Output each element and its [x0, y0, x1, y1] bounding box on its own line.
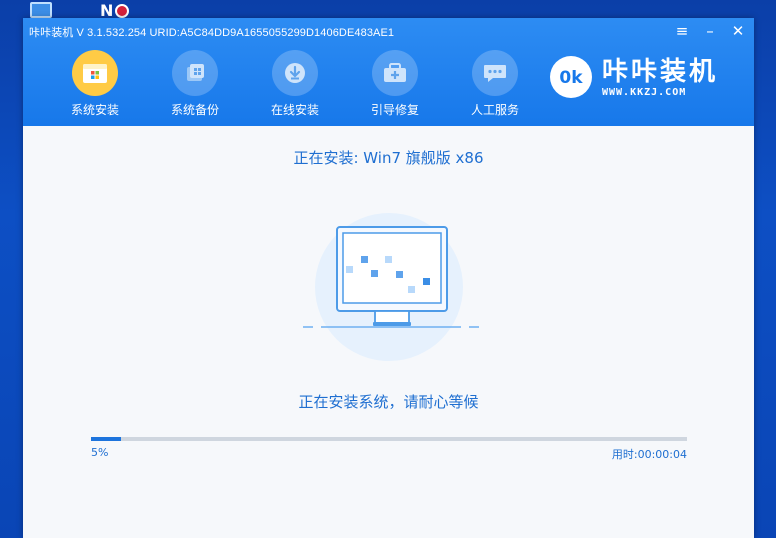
windows-system-install-icon	[72, 50, 118, 96]
nav-item-system-backup[interactable]: 系统备份	[145, 50, 245, 122]
this-pc-desktop-icon[interactable]	[30, 2, 52, 18]
minimize-button[interactable]: –	[702, 22, 718, 40]
brand-url: WWW.KKZJ.COM	[602, 86, 687, 98]
chat-bubble-icon	[472, 50, 518, 96]
svg-text:0k: 0k	[559, 68, 583, 88]
download-icon	[272, 50, 318, 96]
nav-label: 在线安装	[270, 103, 319, 117]
nav-item-system-install[interactable]: 系统安装	[45, 50, 145, 122]
monitor-illustration	[301, 212, 481, 362]
kaka-installer-window: 咔咔装机 V 3.1.532.254 URID:A5C84DD9A1655055…	[23, 18, 754, 538]
install-status: 正在安装系统，请耐心等候	[298, 393, 479, 411]
install-progress-bar	[91, 437, 687, 441]
progress-percent: 5%	[91, 446, 109, 459]
close-button[interactable]: ✕	[730, 22, 746, 40]
window-controls: ≡ – ✕	[674, 22, 746, 40]
brand-text: 咔咔装机 WWW.KKZJ.COM	[602, 57, 718, 98]
main-nav: 系统安装 系统备份 在线安装 引导修复 人工服务	[45, 50, 545, 122]
toolbox-icon	[372, 50, 418, 96]
app-desktop-icon[interactable]: N	[100, 1, 132, 20]
install-title: 正在安装: Win7 旗舰版 x86	[293, 149, 484, 167]
nav-label: 系统安装	[70, 103, 119, 117]
elapsed-time: 用时:00:00:04	[611, 448, 687, 461]
nav-label: 系统备份	[170, 103, 219, 117]
nav-item-boot-repair[interactable]: 引导修复	[345, 50, 445, 122]
menu-button[interactable]: ≡	[674, 22, 690, 40]
install-progress-fill	[91, 437, 121, 441]
nav-label: 人工服务	[470, 103, 519, 117]
nav-label: 引导修复	[370, 103, 419, 117]
backup-stack-icon	[172, 50, 218, 96]
window-title: 咔咔装机 V 3.1.532.254 URID:A5C84DD9A1655055…	[29, 27, 395, 39]
nav-item-manual-service[interactable]: 人工服务	[445, 50, 545, 122]
app-header: 咔咔装机 V 3.1.532.254 URID:A5C84DD9A1655055…	[23, 18, 754, 126]
brand-logo-icon: 0k	[550, 56, 592, 98]
brand-name: 咔咔装机	[602, 56, 719, 87]
nav-item-online-install[interactable]: 在线安装	[245, 50, 345, 122]
brand: 0k 咔咔装机 WWW.KKZJ.COM	[550, 56, 718, 98]
install-panel: 正在安装: Win7 旗舰版 x86 正在安装系统，请耐心等候 5% 用时:00…	[23, 126, 754, 538]
